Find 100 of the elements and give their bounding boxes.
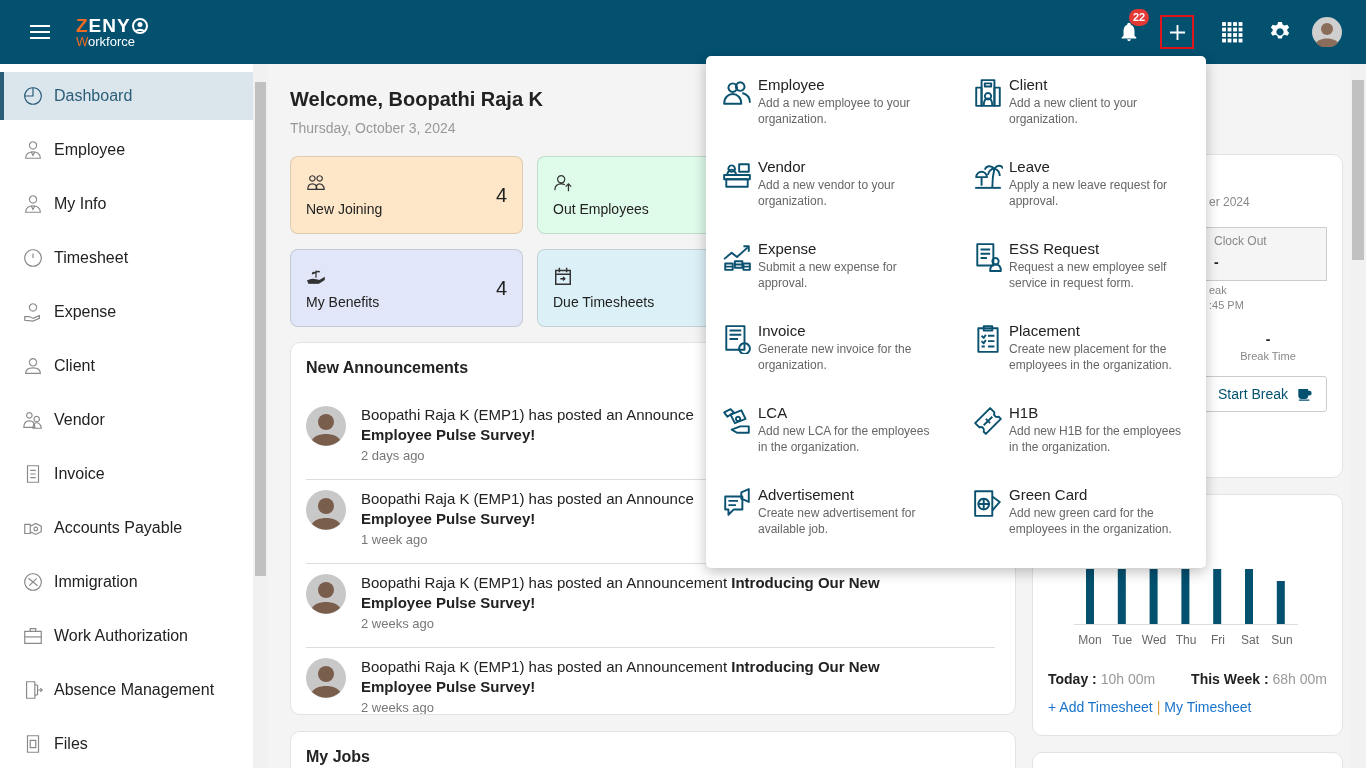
stat-card[interactable]: New Joining 4 (290, 156, 523, 234)
avatar-icon (306, 658, 346, 698)
announcement-message: Boopathi Raja K (EMP1) has posted an Announcement Introducing Our New (361, 658, 880, 675)
chart-bar (1213, 569, 1222, 624)
desk-icon (722, 160, 752, 190)
announcement-time: 1 week ago (361, 532, 429, 547)
my-timesheet-link[interactable]: My Timesheet (1164, 699, 1252, 715)
menu-item-title: Placement (1009, 322, 1081, 339)
sidebar-item[interactable]: Vendor (0, 396, 253, 444)
chart-bar (1117, 569, 1126, 624)
stat-value: 4 (495, 183, 507, 207)
stat-icon (553, 266, 573, 286)
sidebar-item[interactable]: Dashboard (0, 72, 253, 120)
menu-item[interactable]: Leave Apply a new leave request for approval. (957, 158, 1206, 209)
sidebar-item[interactable]: Absence Management (0, 666, 253, 714)
stat-icon (306, 173, 326, 193)
sidebar-item[interactable]: Employee (0, 126, 253, 174)
link-separator: | (1156, 699, 1161, 715)
plus-icon (1168, 23, 1186, 41)
announcement-time: 2 weeks ago (361, 700, 435, 714)
menu-item-title: Green Card (1009, 486, 1089, 503)
add-timesheet-link[interactable]: + Add Timesheet (1048, 699, 1153, 715)
break-label: eak (1209, 284, 1227, 296)
menu-item[interactable]: LCA Add new LCA for the employees in the organization. (706, 404, 957, 455)
menu-item-title: Client (1009, 76, 1049, 93)
chart-bar (1086, 569, 1094, 624)
menu-item[interactable]: Placement Create new placement for the employees in the organization. (957, 322, 1206, 373)
break-time-label: Break Time (1239, 350, 1297, 362)
announcement-time: 2 days ago (361, 448, 426, 463)
sidebar-item[interactable]: Invoice (0, 450, 253, 498)
menu-item-description: Request a new employee self service in request form. (1009, 259, 1168, 291)
menu-item[interactable]: Client Add a new client to your organization. (957, 76, 1206, 127)
menu-item-description: Add a new client to your organization. (1009, 95, 1139, 127)
menu-icon[interactable] (30, 25, 50, 39)
menu-item[interactable]: Green Card Add new green card for the employees in the organization. (957, 486, 1206, 537)
menu-item-description: Create new advertisement for available job. (758, 505, 917, 537)
avatar-icon[interactable] (1312, 17, 1342, 47)
menu-item[interactable]: ESS Request Request a new employee self service in request form. (957, 240, 1206, 291)
stat-value: 4 (495, 276, 507, 300)
briefcase-icon (22, 625, 44, 647)
menu-item-title: LCA (758, 404, 789, 421)
menu-item-title: Advertisement (758, 486, 855, 503)
day-label: Thu (1174, 633, 1198, 647)
ticket-plane-icon (973, 406, 1003, 436)
week-total: This Week : 68h 00m (1191, 671, 1327, 687)
day-label: Wed (1140, 633, 1168, 647)
menu-item[interactable]: Employee Add a new employee to your organization. (706, 76, 957, 127)
scrollbar-thumb[interactable] (255, 82, 266, 576)
stat-label: Due Timesheets (553, 294, 655, 310)
person-circle-icon (131, 17, 148, 34)
menu-item-title: Leave (1009, 158, 1051, 175)
clock-icon (22, 247, 44, 269)
chart-bar (1276, 581, 1285, 624)
announcement-message: Boopathi Raja K (EMP1) has posted an Announcement Introducing Our New (361, 574, 880, 591)
day-label: Sun (1270, 633, 1294, 647)
menu-item-description: Add new green card for the employees in the organization. (1009, 505, 1173, 537)
passport-icon (973, 488, 1003, 518)
sidebar-item[interactable]: Immigration (0, 558, 253, 606)
sidebar-item[interactable]: My Info (0, 180, 253, 228)
sidebar-item[interactable]: Timesheet (0, 234, 253, 282)
stat-card[interactable]: My Benefits 4 (290, 249, 523, 327)
chart-bar (1149, 569, 1158, 624)
menu-item-description: Add new LCA for the employees in the organization. (758, 423, 931, 455)
people-icon (722, 78, 752, 108)
menu-item[interactable]: Advertisement Create new advertisement for available job. (706, 486, 957, 537)
date-text: er 2024 (1209, 195, 1250, 209)
stat-label: New Joining (306, 201, 383, 217)
logo-text: ZENY (76, 16, 131, 35)
day-label: Fri (1210, 633, 1226, 647)
person-icon (22, 193, 44, 215)
menu-item-title: Employee (758, 76, 826, 93)
announcement-subject: Employee Pulse Survey! (361, 510, 537, 527)
scrollbar-thumb[interactable] (1352, 80, 1364, 260)
logo-text: Workforce (76, 35, 136, 48)
sidebar-item[interactable]: Work Authorization (0, 612, 253, 660)
sidebar-item[interactable]: Client (0, 342, 253, 390)
building-icon (973, 78, 1003, 108)
card-title: My Jobs (306, 748, 370, 766)
sidebar-item[interactable]: Files (0, 720, 253, 768)
menu-item-description: Generate new invoice for the organization. (758, 341, 913, 373)
menu-item-description: Add a new employee to your organization. (758, 95, 912, 127)
apps-grid-icon[interactable] (1221, 21, 1243, 43)
stat-label: My Benefits (306, 294, 380, 310)
menu-item-description: Create new placement for the employees in the organization. (1009, 341, 1173, 373)
add-button[interactable] (1160, 15, 1194, 49)
day-label: Tue (1110, 633, 1134, 647)
stat-icon (553, 173, 573, 193)
sidebar-item[interactable]: Expense (0, 288, 253, 336)
date-text: Thursday, October 3, 2024 (290, 120, 456, 136)
announcement-subject: Employee Pulse Survey! (361, 678, 537, 695)
break-time-value: - (1264, 331, 1272, 347)
announcement-subject: Employee Pulse Survey! (361, 426, 537, 443)
announcement-message: Boopathi Raja K (EMP1) has posted an Announce (361, 490, 694, 507)
sidebar-item[interactable]: Accounts Payable (0, 504, 253, 552)
clock-out-label: Clock Out (1214, 234, 1267, 248)
stat-label: Out Employees (553, 201, 649, 217)
notification-badge: 22 (1129, 9, 1150, 26)
menu-item-title: H1B (1009, 404, 1040, 421)
person-icon (22, 355, 44, 377)
break-time-text: :45 PM (1209, 299, 1244, 311)
